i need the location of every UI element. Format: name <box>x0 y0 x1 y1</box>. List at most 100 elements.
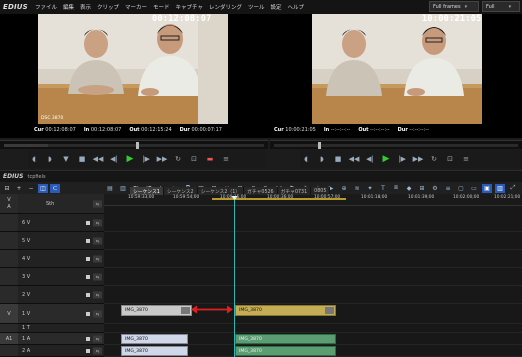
expand-icon[interactable]: ⤢ <box>508 184 518 193</box>
zoom-in-icon[interactable]: + <box>14 184 24 193</box>
view-dropdown[interactable]: Full ▾ <box>482 1 520 12</box>
video-clip-b[interactable]: IMG_3870 <box>235 305 336 316</box>
tab-gacha-0731[interactable]: ガチャ0731 <box>277 187 312 195</box>
audio-clip-a1[interactable]: IMG_3870 <box>121 334 188 344</box>
menu-tools[interactable]: ツール <box>245 3 268 11</box>
effects-icon[interactable]: ✦ <box>365 184 375 193</box>
step-back-icon[interactable]: ◀| <box>364 153 376 165</box>
tab-sequence-1[interactable]: シーケンス1 <box>130 187 164 195</box>
layer-icon[interactable]: ⧈ <box>391 184 401 193</box>
step-back-icon[interactable]: ◀| <box>108 153 120 165</box>
mute-box[interactable] <box>86 311 90 316</box>
lane-5v[interactable] <box>104 232 522 250</box>
link-icon[interactable]: ⇆ <box>93 237 102 244</box>
menu-help[interactable]: ヘルプ <box>285 3 308 11</box>
mute-box[interactable] <box>86 220 90 225</box>
tab-gacha-0526[interactable]: ガチャ0526 <box>244 187 278 195</box>
lane-3v[interactable] <box>104 268 522 286</box>
step-forward-icon[interactable]: |▶ <box>140 153 152 165</box>
frames-dropdown[interactable]: Full frames ▾ <box>429 1 479 12</box>
single-mode-icon[interactable]: ▣ <box>482 183 492 193</box>
mute-box[interactable] <box>86 336 90 341</box>
menu-icon[interactable]: ≡ <box>460 153 472 165</box>
link-icon[interactable]: ⇆ <box>93 347 102 354</box>
link-icon[interactable]: ⇆ <box>93 335 102 342</box>
mute-box[interactable] <box>86 348 90 353</box>
mute-box[interactable] <box>86 292 90 297</box>
list-icon[interactable]: ≡ <box>443 184 453 193</box>
fast-forward-icon[interactable]: ▶▶ <box>156 153 168 165</box>
menu-edit[interactable]: 編集 <box>60 3 77 11</box>
play-icon[interactable]: ▶ <box>380 153 392 165</box>
lane-4v[interactable] <box>104 250 522 268</box>
set-out-icon[interactable]: ◗ <box>316 153 328 165</box>
audio-clip-b1[interactable]: IMG_3870 <box>235 334 336 344</box>
link-icon[interactable]: ⇆ <box>93 255 102 262</box>
menu-render[interactable]: レンダリング <box>206 3 245 11</box>
tab-0805[interactable]: 0805 <box>311 187 331 195</box>
track-header-4v[interactable]: 4 V ⇆ <box>0 250 104 268</box>
menu-icon[interactable]: ≡ <box>220 153 232 165</box>
menu-view[interactable]: 表示 <box>77 3 94 11</box>
menu-mode[interactable]: モード <box>150 3 173 11</box>
title-icon[interactable]: T <box>378 184 388 193</box>
mute-box[interactable] <box>86 238 90 243</box>
track-header-2v[interactable]: 2 V ⇆ <box>0 286 104 304</box>
track-header-1t[interactable]: 1 T <box>0 324 104 333</box>
play-icon[interactable]: ▶ <box>124 153 136 165</box>
save-icon[interactable]: ▤ <box>105 184 115 193</box>
scrub-handle[interactable] <box>136 142 139 149</box>
fast-forward-icon[interactable]: ▶▶ <box>412 153 424 165</box>
step-forward-icon[interactable]: |▶ <box>396 153 408 165</box>
stop-icon[interactable]: ■ <box>332 153 344 165</box>
lane-6v[interactable] <box>104 214 522 232</box>
link-icon[interactable]: ⊂ <box>50 183 60 193</box>
monitor-icon[interactable]: ▭ <box>469 184 479 193</box>
timeline-tracks[interactable]: IMG_3870 IMG_3870 IMG_3870 IMG_3870 IMG_… <box>104 206 522 357</box>
set-in-icon[interactable]: ◖ <box>28 153 40 165</box>
link-icon[interactable]: ⇆ <box>93 200 102 207</box>
keyframe-icon[interactable]: ◆ <box>404 184 414 193</box>
video-clip-a[interactable]: IMG_3870 <box>121 305 192 316</box>
audio-clip-b2[interactable]: IMG_3870 <box>235 346 336 356</box>
set-in-icon[interactable]: ◖ <box>300 153 312 165</box>
lane-2v[interactable] <box>104 286 522 304</box>
menu-file[interactable]: ファイル <box>32 3 60 11</box>
mixer-icon[interactable]: ≋ <box>352 184 362 193</box>
mark-icon[interactable]: ▼ <box>60 153 72 165</box>
track-header-1v[interactable]: V 1 V ⇆ <box>0 304 104 324</box>
rewind-icon[interactable]: ◀◀ <box>92 153 104 165</box>
overwrite-icon[interactable]: ▬ <box>204 153 216 165</box>
link-icon[interactable]: ⇆ <box>93 310 102 317</box>
insert-icon[interactable]: ⊡ <box>188 153 200 165</box>
track-header-5v[interactable]: 5 V ⇆ <box>0 232 104 250</box>
menu-settings[interactable]: 設定 <box>268 3 285 11</box>
lock-icon[interactable]: ⊟ <box>2 184 12 193</box>
link-icon[interactable]: ⇆ <box>93 291 102 298</box>
link-icon[interactable]: ⇆ <box>93 273 102 280</box>
scrub-handle[interactable] <box>318 142 321 149</box>
track-header-3v[interactable]: 3 V ⇆ <box>0 268 104 286</box>
tab-sequence-2[interactable]: シーケンス2 <box>163 187 198 195</box>
export-icon[interactable]: ⊡ <box>444 153 456 165</box>
lane-1t[interactable] <box>104 324 522 333</box>
zoom-icon[interactable]: ⊕ <box>339 184 349 193</box>
mute-box[interactable] <box>86 274 90 279</box>
timeline-ruler[interactable]: 10:59:33;00 10:59:54;00 10:00:15;00 10:0… <box>104 195 522 206</box>
link-icon[interactable]: ⇆ <box>93 219 102 226</box>
track-header-6v[interactable]: 6 V ⇆ <box>0 214 104 232</box>
rewind-icon[interactable]: ◀◀ <box>348 153 360 165</box>
stop-icon[interactable]: ■ <box>76 153 88 165</box>
bin-icon[interactable]: ▢ <box>456 184 466 193</box>
menu-marker[interactable]: マーカー <box>122 3 150 11</box>
sequence-icon[interactable]: ▥ <box>118 184 128 193</box>
dual-mode-icon[interactable]: ▥ <box>495 183 505 193</box>
player-scrub-bar[interactable] <box>0 140 268 149</box>
mute-box[interactable] <box>86 256 90 261</box>
track-header-2a[interactable]: 2 A ⇆ <box>0 345 104 357</box>
set-out-icon[interactable]: ◗ <box>44 153 56 165</box>
tab-sequence-2-1[interactable]: シーケンス2（1） <box>197 187 245 195</box>
in-out-range[interactable] <box>212 198 346 200</box>
sync-lock-icon[interactable]: ◫ <box>38 183 48 193</box>
loop-icon[interactable]: ↻ <box>428 153 440 165</box>
